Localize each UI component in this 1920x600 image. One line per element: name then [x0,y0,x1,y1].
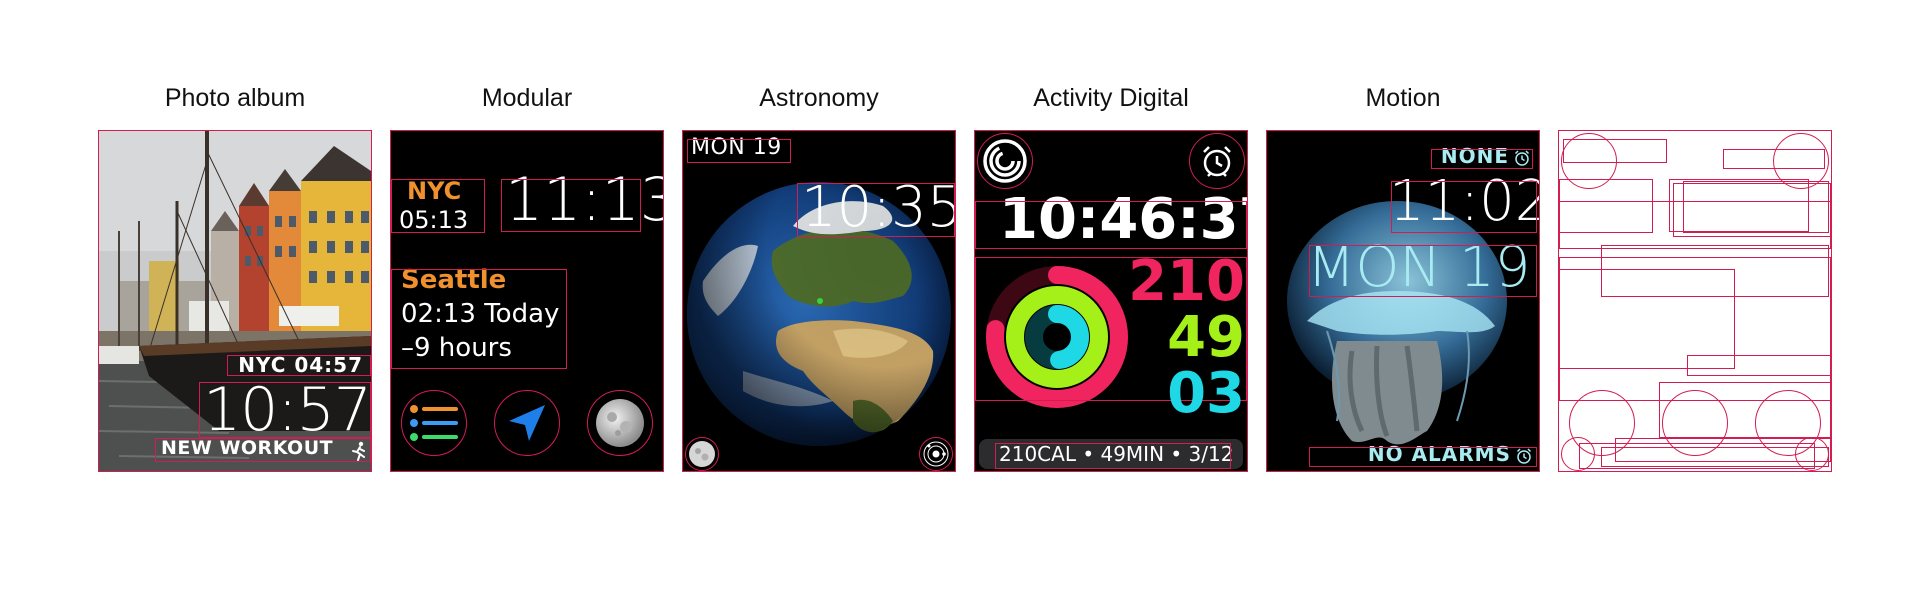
overlay-box [1683,181,1829,233]
overlay-circle [1561,133,1617,189]
activity-digital-face[interactable]: 10:46:37 210 49 03 210CAL • 49MIN • 3/12 [974,130,1248,472]
face-title-activity-digital: Activity Digital [1033,84,1189,112]
overlay-box [1723,149,1825,169]
modular-city2-box[interactable] [391,269,567,369]
photo-time-box [199,382,371,438]
motion-date-box [1309,245,1537,297]
activity-stand-value: 03 [1167,361,1245,426]
astronomy-face[interactable]: MON 19 10:35 [682,130,956,472]
alarm-clock-icon [1203,146,1231,177]
face-title-modular: Modular [481,84,573,112]
moon-icon [596,399,644,447]
motion-alarm-top-box [1431,149,1533,169]
activity-summary-box [995,443,1231,469]
overlay-box [1601,447,1829,467]
modular-face[interactable]: NYC 05:13 11:13 Seattle 02:13 Today –9 h… [390,130,664,472]
location-arrow-icon [509,405,545,441]
solar-system-icon [923,441,949,467]
activity-rings-icon [983,139,1027,183]
modular-city1-box[interactable] [391,179,485,233]
motion-face[interactable]: NONE 11:02 MON 19 NO ALARMS [1266,130,1540,472]
astronomy-date-box [687,139,791,163]
reminders-icon [410,405,458,441]
overlay-box [1601,245,1829,297]
astronomy-time-box [797,183,955,237]
photo-workout-box [155,438,371,462]
photo-album-face[interactable]: NYC 04:57 10:57 NEW WORKOUT [98,130,372,472]
face-title-photo-album: Photo album [164,84,306,112]
activity-time-box [975,201,1247,249]
motion-alarm-bottom-box [1309,447,1537,467]
moon-icon [689,441,715,467]
face-title-astronomy: Astronomy [759,84,879,112]
layout-overlay-face [1558,130,1832,472]
photo-secondary-box [227,355,371,376]
modular-time-box [501,179,641,232]
motion-time-box [1391,181,1537,233]
face-title-motion: Motion [1365,84,1441,112]
